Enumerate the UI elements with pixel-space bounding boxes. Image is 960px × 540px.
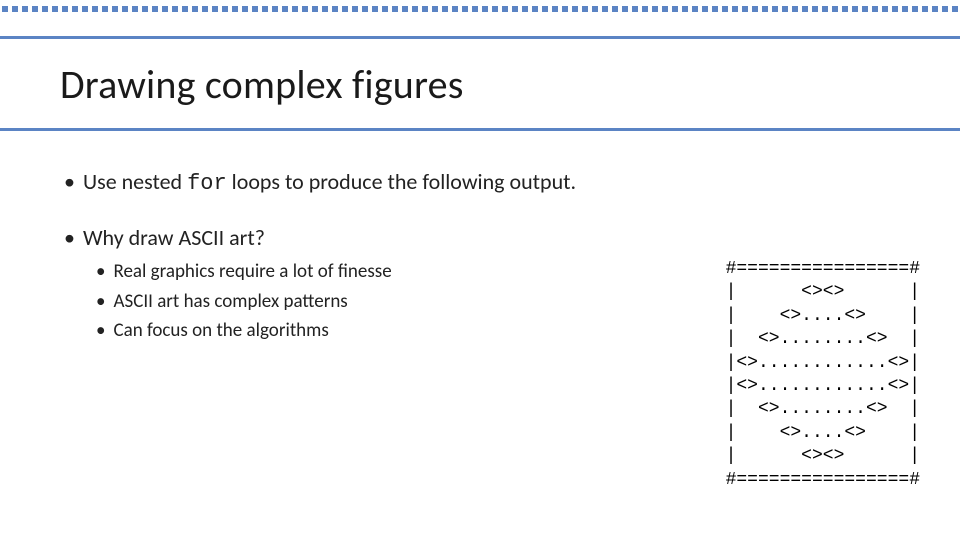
bullet-icon: • (64, 168, 75, 195)
code-for: for (187, 171, 227, 196)
slide: Drawing complex figures • Use nested for… (0, 0, 960, 540)
ascii-art-output: #================# | <><> | | <>....<> |… (726, 258, 920, 492)
divider-lower (0, 128, 960, 131)
sub-bullet-text: ASCII art has complex patterns (113, 289, 347, 315)
bullet-text-suffix: loops to produce the following output. (227, 168, 576, 195)
bullet-text-prefix: Use nested (83, 168, 187, 195)
sub-bullet-text: Can focus on the algorithms (113, 318, 328, 344)
bullet-text: Why draw ASCII art? (83, 224, 265, 251)
bullet-why-ascii: • Why draw ASCII art? (64, 224, 920, 251)
bullet-icon: • (96, 289, 105, 315)
bullet-icon: • (64, 224, 75, 251)
sub-bullet-text: Real graphics require a lot of finesse (113, 259, 391, 285)
divider-upper (0, 36, 960, 39)
bullet-icon: • (96, 259, 105, 285)
bullet-icon: • (96, 318, 105, 344)
slide-title: Drawing complex figures (60, 60, 464, 109)
decorative-top-dots (0, 6, 960, 12)
bullet-use-nested-for: • Use nested for loops to produce the fo… (64, 168, 920, 196)
